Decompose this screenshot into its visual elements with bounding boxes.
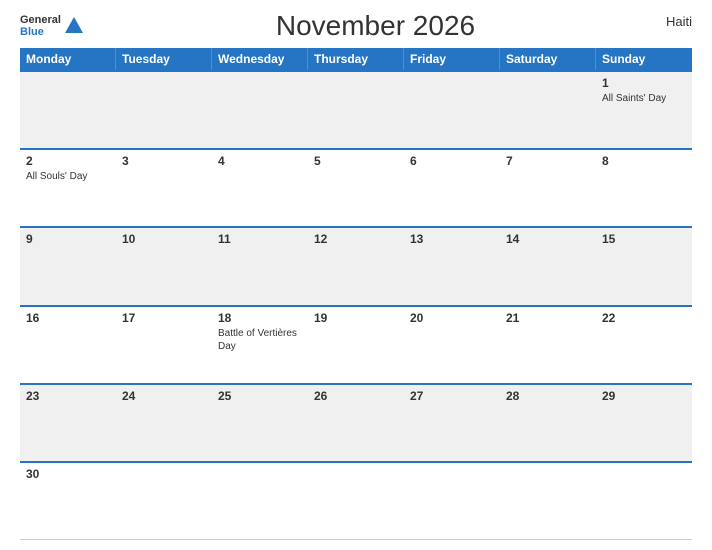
day-cell-empty2 bbox=[212, 463, 308, 539]
day-cell-nov6: 6 bbox=[404, 150, 500, 226]
event-label: All Souls' Day bbox=[26, 170, 110, 183]
day-cell-nov15: 15 bbox=[596, 228, 692, 304]
day-cell bbox=[308, 72, 404, 148]
day-cell bbox=[212, 72, 308, 148]
day-cell-empty1 bbox=[116, 463, 212, 539]
day-number: 21 bbox=[506, 311, 590, 325]
calendar-week-2: 2 All Souls' Day 3 4 5 6 7 bbox=[20, 148, 692, 226]
day-cell-nov29: 29 bbox=[596, 385, 692, 461]
day-cell-nov2: 2 All Souls' Day bbox=[20, 150, 116, 226]
col-sunday: Sunday bbox=[596, 48, 692, 70]
day-number: 28 bbox=[506, 389, 590, 403]
col-saturday: Saturday bbox=[500, 48, 596, 70]
day-cell bbox=[20, 72, 116, 148]
day-number: 23 bbox=[26, 389, 110, 403]
calendar-week-3: 9 10 11 12 13 14 15 bbox=[20, 226, 692, 304]
day-number: 9 bbox=[26, 232, 110, 246]
day-number: 29 bbox=[602, 389, 686, 403]
day-cell-nov14: 14 bbox=[500, 228, 596, 304]
day-cell-empty3 bbox=[308, 463, 404, 539]
day-cell-nov20: 20 bbox=[404, 307, 500, 383]
col-tuesday: Tuesday bbox=[116, 48, 212, 70]
calendar-week-5: 23 24 25 26 27 28 29 bbox=[20, 383, 692, 461]
col-monday: Monday bbox=[20, 48, 116, 70]
col-wednesday: Wednesday bbox=[212, 48, 308, 70]
day-number: 1 bbox=[602, 76, 686, 90]
day-cell-nov27: 27 bbox=[404, 385, 500, 461]
day-number: 17 bbox=[122, 311, 206, 325]
calendar-page: General Blue November 2026 Haiti Monday … bbox=[0, 0, 712, 550]
day-cell-nov11: 11 bbox=[212, 228, 308, 304]
day-cell-nov23: 23 bbox=[20, 385, 116, 461]
day-number: 25 bbox=[218, 389, 302, 403]
calendar-week-1: 1 All Saints' Day bbox=[20, 70, 692, 148]
day-cell-nov19: 19 bbox=[308, 307, 404, 383]
day-cell-nov17: 17 bbox=[116, 307, 212, 383]
day-cell-empty6 bbox=[596, 463, 692, 539]
day-cell-nov28: 28 bbox=[500, 385, 596, 461]
day-cell-nov24: 24 bbox=[116, 385, 212, 461]
day-number: 8 bbox=[602, 154, 686, 168]
day-cell-nov21: 21 bbox=[500, 307, 596, 383]
day-number: 4 bbox=[218, 154, 302, 168]
day-cell bbox=[500, 72, 596, 148]
day-number: 12 bbox=[314, 232, 398, 246]
day-cell-nov18: 18 Battle of Vertières Day bbox=[212, 307, 308, 383]
calendar-week-6: 30 bbox=[20, 461, 692, 540]
day-number: 3 bbox=[122, 154, 206, 168]
day-number: 2 bbox=[26, 154, 110, 168]
logo-blue-text: Blue bbox=[20, 26, 61, 38]
day-cell bbox=[404, 72, 500, 148]
event-label: Battle of Vertières Day bbox=[218, 327, 302, 353]
day-cell-empty4 bbox=[404, 463, 500, 539]
day-cell-empty5 bbox=[500, 463, 596, 539]
day-cell bbox=[116, 72, 212, 148]
day-number: 20 bbox=[410, 311, 494, 325]
logo-general-text: General bbox=[20, 14, 61, 26]
day-cell-nov16: 16 bbox=[20, 307, 116, 383]
day-cell-nov3: 3 bbox=[116, 150, 212, 226]
day-cell-nov13: 13 bbox=[404, 228, 500, 304]
day-cell-nov8: 8 bbox=[596, 150, 692, 226]
day-cell-nov26: 26 bbox=[308, 385, 404, 461]
day-number: 27 bbox=[410, 389, 494, 403]
day-number: 15 bbox=[602, 232, 686, 246]
day-number: 10 bbox=[122, 232, 206, 246]
col-thursday: Thursday bbox=[308, 48, 404, 70]
day-cell-nov7: 7 bbox=[500, 150, 596, 226]
logo: General Blue bbox=[20, 14, 85, 38]
calendar: Monday Tuesday Wednesday Thursday Friday… bbox=[20, 48, 692, 540]
day-number: 13 bbox=[410, 232, 494, 246]
day-cell-nov30: 30 bbox=[20, 463, 116, 539]
day-number: 19 bbox=[314, 311, 398, 325]
day-number: 14 bbox=[506, 232, 590, 246]
day-number: 5 bbox=[314, 154, 398, 168]
day-number: 30 bbox=[26, 467, 110, 481]
calendar-week-4: 16 17 18 Battle of Vertières Day 19 20 2… bbox=[20, 305, 692, 383]
day-cell-nov12: 12 bbox=[308, 228, 404, 304]
day-number: 18 bbox=[218, 311, 302, 325]
day-cell-nov4: 4 bbox=[212, 150, 308, 226]
event-label: All Saints' Day bbox=[602, 92, 686, 105]
country-label: Haiti bbox=[666, 10, 692, 29]
day-number: 6 bbox=[410, 154, 494, 168]
page-header: General Blue November 2026 Haiti bbox=[20, 10, 692, 42]
calendar-body: 1 All Saints' Day 2 All Souls' Day 3 4 5 bbox=[20, 70, 692, 540]
day-cell-nov5: 5 bbox=[308, 150, 404, 226]
day-number: 24 bbox=[122, 389, 206, 403]
logo-icon bbox=[63, 15, 85, 37]
day-cell-nov1: 1 All Saints' Day bbox=[596, 72, 692, 148]
day-cell-nov25: 25 bbox=[212, 385, 308, 461]
day-number: 22 bbox=[602, 311, 686, 325]
day-number: 7 bbox=[506, 154, 590, 168]
day-number: 16 bbox=[26, 311, 110, 325]
day-cell-nov9: 9 bbox=[20, 228, 116, 304]
day-cell-nov22: 22 bbox=[596, 307, 692, 383]
day-number: 11 bbox=[218, 232, 302, 246]
page-title: November 2026 bbox=[85, 10, 666, 42]
day-cell-nov10: 10 bbox=[116, 228, 212, 304]
day-number: 26 bbox=[314, 389, 398, 403]
col-friday: Friday bbox=[404, 48, 500, 70]
calendar-header: Monday Tuesday Wednesday Thursday Friday… bbox=[20, 48, 692, 70]
